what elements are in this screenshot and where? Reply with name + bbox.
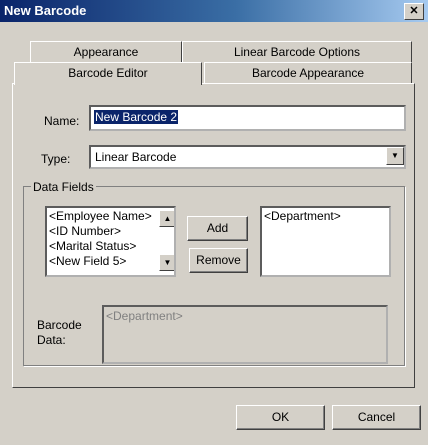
ok-button[interactable]: OK xyxy=(236,405,325,430)
type-label: Type: xyxy=(41,152,71,166)
barcode-data-label: Barcode Data: xyxy=(37,318,82,347)
tab-barcode-appearance[interactable]: Barcode Appearance xyxy=(204,62,412,84)
window-title: New Barcode xyxy=(4,3,87,18)
scroll-down-icon[interactable]: ▼ xyxy=(159,254,174,271)
name-field[interactable]: New Barcode 2 xyxy=(89,105,406,131)
data-fields-label: Data Fields xyxy=(31,180,96,194)
title-bar: New Barcode ✕ xyxy=(0,0,428,22)
chevron-down-icon[interactable]: ▼ xyxy=(386,147,404,165)
cancel-button[interactable]: Cancel xyxy=(332,405,421,430)
tab-barcode-editor[interactable]: Barcode Editor xyxy=(14,62,202,85)
selected-fields-list[interactable]: <Department> xyxy=(260,206,391,277)
scroll-up-icon[interactable]: ▲ xyxy=(159,210,174,227)
barcode-data-value: <Department> xyxy=(106,309,183,323)
type-select[interactable]: Linear Barcode ▼ xyxy=(89,145,406,169)
list-item[interactable]: <New Field 5> xyxy=(49,254,152,269)
type-value: Linear Barcode xyxy=(95,150,177,164)
list-item[interactable]: <Marital Status> xyxy=(49,239,152,254)
name-label: Name: xyxy=(44,114,80,128)
name-value: New Barcode 2 xyxy=(94,110,179,124)
add-button[interactable]: Add xyxy=(187,216,248,241)
list-item[interactable]: <Department> xyxy=(264,209,341,224)
tab-appearance[interactable]: Appearance xyxy=(30,41,182,63)
available-fields-list[interactable]: <Employee Name> <ID Number> <Marital Sta… xyxy=(45,206,176,277)
remove-button[interactable]: Remove xyxy=(189,248,248,273)
barcode-data-field: <Department> xyxy=(102,305,388,364)
list-item[interactable]: <Employee Name> xyxy=(49,209,152,224)
tab-linear-barcode-options[interactable]: Linear Barcode Options xyxy=(182,41,412,63)
close-icon[interactable]: ✕ xyxy=(404,3,424,20)
list-item[interactable]: <ID Number> xyxy=(49,224,152,239)
